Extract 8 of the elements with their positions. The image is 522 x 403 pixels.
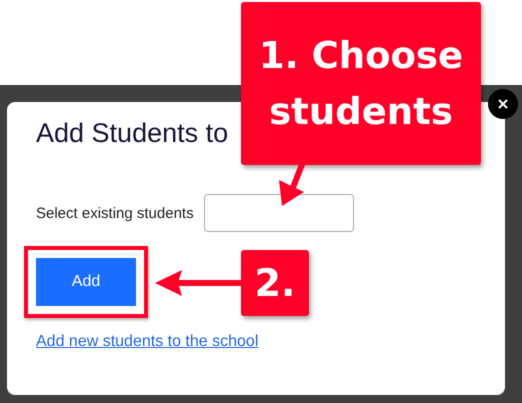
add-button[interactable]: Add — [36, 258, 136, 306]
callout-label: 2. — [241, 250, 309, 316]
add-new-students-link[interactable]: Add new students to the school — [36, 333, 258, 351]
close-icon — [498, 99, 508, 109]
callout-label: 1. Choose students — [241, 2, 481, 165]
field-label: Select existing students — [36, 204, 194, 222]
input-field[interactable] — [204, 194, 354, 232]
dialog-title: Add Students to — [36, 118, 230, 149]
